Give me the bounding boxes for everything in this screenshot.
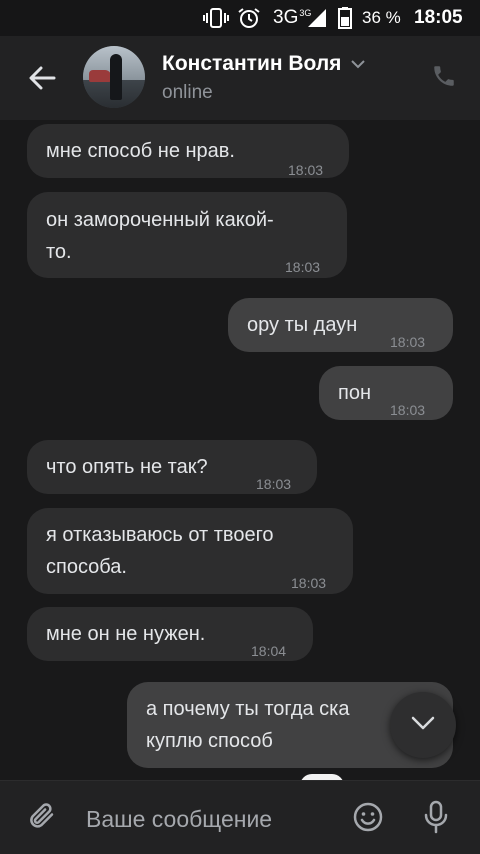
emoji-button[interactable]	[346, 797, 390, 841]
message-text: мне он не нужен.	[46, 623, 206, 645]
message-time: 18:03	[291, 575, 327, 591]
back-arrow-icon	[28, 66, 56, 95]
chevron-down-icon	[411, 716, 435, 735]
message-list[interactable]: мне способ не нрав. 18:03 он замороченны…	[0, 120, 480, 780]
message-text-line: а почему ты тогда ска	[146, 698, 350, 720]
message-text: что опять не так?	[46, 456, 208, 478]
message-time: 18:03	[390, 402, 426, 418]
message-incoming[interactable]: он замороченный какой- то. 18:03	[27, 192, 347, 278]
battery-percent: 36 %	[362, 8, 401, 27]
message-text-line: я отказываюсь от твоего	[46, 524, 274, 546]
message-incoming[interactable]: мне он не нужен. 18:04	[27, 607, 313, 661]
battery-icon	[338, 0, 352, 36]
message-text-line: способа.	[46, 556, 127, 578]
message-incoming[interactable]: что опять не так? 18:03	[27, 440, 317, 494]
contact-name[interactable]: Константин Воля	[162, 52, 366, 76]
message-outgoing[interactable]: пон 18:03	[319, 366, 453, 420]
microphone-button[interactable]	[414, 797, 458, 841]
message-text-line: куплю способ	[146, 730, 273, 752]
chat-header: Константин Воля online	[0, 36, 480, 120]
emoji-icon	[352, 801, 384, 838]
message-incoming[interactable]: я отказываюсь от твоего способа. 18:03	[27, 508, 353, 594]
attach-button[interactable]	[20, 797, 64, 841]
message-time: 18:04	[251, 643, 287, 659]
signal-icon	[307, 0, 327, 36]
avatar[interactable]	[83, 46, 145, 108]
contact-name-text: Константин Воля	[162, 52, 342, 75]
call-button[interactable]	[422, 56, 466, 100]
message-time: 18:03	[256, 476, 292, 492]
message-outgoing[interactable]: ору ты даун 18:03	[228, 298, 453, 352]
message-text: ору ты даун	[247, 314, 358, 336]
message-input[interactable]	[86, 799, 336, 839]
microphone-icon	[423, 800, 449, 839]
message-time: 18:03	[285, 259, 321, 275]
message-composer	[0, 780, 480, 854]
phone-icon	[431, 63, 457, 94]
network-type: 3G	[273, 7, 299, 28]
message-text-line: он замороченный какой-	[46, 209, 274, 231]
scroll-down-button[interactable]	[390, 692, 456, 758]
alarm-icon	[237, 0, 261, 36]
message-text: мне способ не нрав.	[46, 140, 235, 162]
vibrate-icon	[203, 0, 229, 36]
message-time: 18:03	[288, 162, 324, 178]
status-bar: 3G 3G 36 % 18:05	[0, 0, 480, 36]
network-type-label: 3G 3G	[273, 0, 311, 36]
message-incoming[interactable]: мне способ не нрав. 18:03	[27, 124, 349, 178]
message-time: 18:03	[390, 334, 426, 350]
message-text-line: то.	[46, 241, 72, 263]
status-time: 18:05	[414, 7, 463, 28]
contact-status: online	[162, 82, 213, 103]
message-text: пон	[338, 382, 371, 404]
attach-icon	[27, 800, 57, 839]
back-button[interactable]	[20, 58, 64, 102]
chevron-down-icon	[351, 59, 366, 69]
